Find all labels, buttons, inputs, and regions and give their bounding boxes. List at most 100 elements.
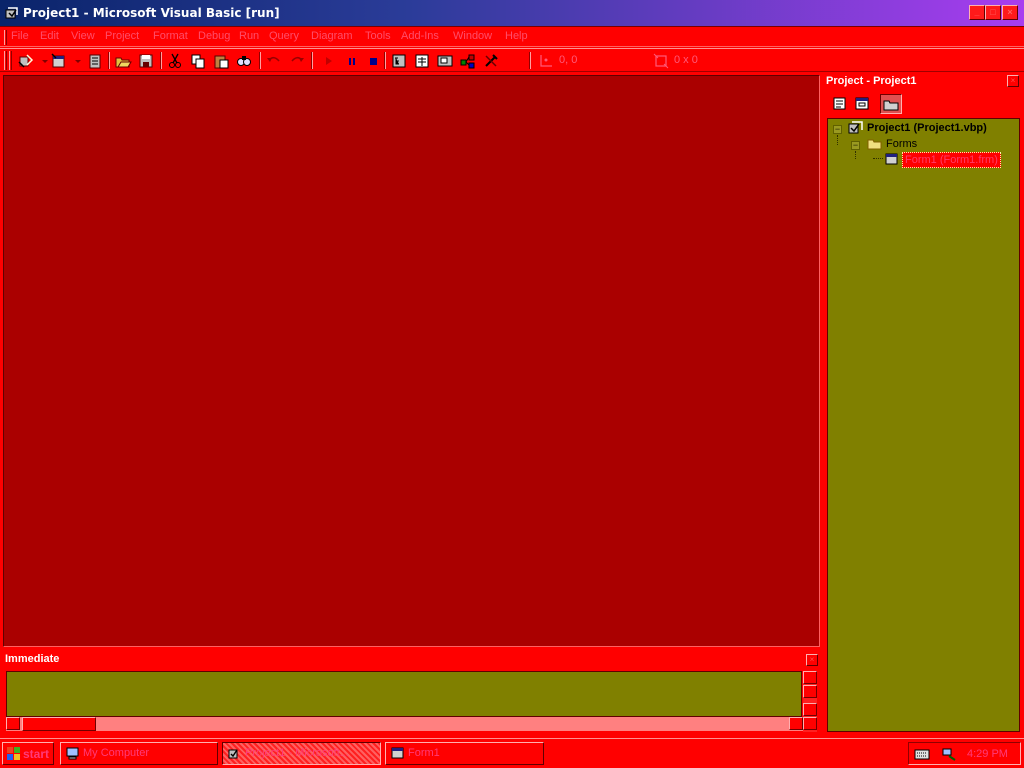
menu-query[interactable]: Query (269, 30, 299, 42)
toolbar-separator (311, 52, 313, 69)
toolbar-separator (108, 52, 110, 69)
menu-run[interactable]: Run (239, 30, 259, 42)
project-explorer-title: Project - Project1 (826, 75, 917, 87)
toolbar-separator (384, 52, 386, 69)
project-explorer-toolbar (826, 93, 1019, 115)
tree-project-node[interactable]: Project1 (Project1.vbp) (867, 122, 987, 134)
add-form-icon[interactable] (50, 52, 68, 70)
form-file-icon (885, 153, 898, 165)
start-button[interactable]: start (2, 742, 54, 765)
redo-icon[interactable] (288, 52, 306, 70)
project-explorer-icon[interactable] (390, 52, 408, 70)
open-project-icon[interactable] (114, 52, 132, 70)
menu-bar: File Edit View Project Format Debug Run … (0, 27, 1024, 47)
toggle-folders-icon[interactable] (880, 94, 902, 114)
computer-icon (66, 747, 79, 760)
position-readout: 0, 0 (559, 54, 578, 66)
window-title: Project1 - Microsoft Visual Basic [run] (23, 6, 280, 20)
tree-line (873, 158, 883, 159)
project-explorer-close-button[interactable]: × (1007, 75, 1019, 87)
minimize-button[interactable]: _ (969, 5, 985, 20)
immediate-horizontal-scrollbar[interactable] (6, 717, 803, 731)
standard-toolbar: 0, 0 0 x 0 (0, 48, 1024, 72)
toolbox-icon[interactable] (482, 52, 500, 70)
taskbar-item-label: My Computer (83, 747, 150, 759)
scroll-down-button[interactable] (803, 703, 817, 716)
menu-diagram[interactable]: Diagram (311, 30, 353, 42)
save-project-icon[interactable] (137, 52, 155, 70)
cut-icon[interactable] (166, 52, 184, 70)
scroll-thumb[interactable] (803, 685, 817, 698)
menu-tools[interactable]: Tools (365, 30, 391, 42)
close-button[interactable]: × (1002, 5, 1018, 20)
clock[interactable]: 4:29 PM (967, 748, 1008, 760)
start-label: start (23, 747, 50, 761)
taskbar: start My Computer Project1 - Microsoft..… (0, 738, 1024, 768)
tree-form1-node[interactable]: Form1 (Form1.frm) (902, 152, 1001, 168)
toolbar-separator (529, 52, 531, 69)
folder-icon (867, 139, 882, 150)
scroll-up-button[interactable] (803, 671, 817, 684)
break-icon[interactable] (343, 52, 361, 70)
system-tray: 4:29 PM (908, 742, 1021, 765)
close-icon: × (809, 655, 815, 664)
taskbar-item-label: Project1 - Microsoft... (245, 747, 349, 759)
collapse-icon[interactable]: − (851, 141, 860, 150)
immediate-title: Immediate (5, 653, 60, 665)
network-icon[interactable] (941, 746, 957, 762)
paste-icon[interactable] (212, 52, 230, 70)
form-layout-icon[interactable] (436, 52, 454, 70)
menu-edit[interactable]: Edit (40, 30, 59, 42)
immediate-close-button[interactable]: × (806, 654, 818, 666)
taskbar-item-my-computer[interactable]: My Computer (60, 742, 218, 765)
scroll-right-button[interactable] (789, 717, 803, 730)
properties-window-icon[interactable] (413, 52, 431, 70)
scroll-corner (803, 717, 817, 730)
copy-icon[interactable] (189, 52, 207, 70)
immediate-text-area[interactable] (6, 671, 802, 717)
view-code-icon[interactable] (830, 94, 850, 114)
end-icon[interactable] (365, 52, 383, 70)
menu-add-ins[interactable]: Add-Ins (401, 30, 439, 42)
immediate-vertical-scrollbar[interactable] (803, 671, 817, 732)
toolbar-grip[interactable] (4, 51, 7, 70)
view-object-icon[interactable] (852, 94, 872, 114)
scroll-left-button[interactable] (6, 717, 20, 730)
undo-icon[interactable] (265, 52, 283, 70)
menu-window[interactable]: Window (453, 30, 492, 42)
start-icon[interactable] (320, 52, 338, 70)
project-tree[interactable]: − Project1 (Project1.vbp) − Forms Form1 … (827, 118, 1020, 732)
menu-help[interactable]: Help (505, 30, 528, 42)
menu-editor-icon[interactable] (86, 52, 104, 70)
menu-file[interactable]: File (11, 30, 29, 42)
menu-view[interactable]: View (71, 30, 95, 42)
toolbar-grip[interactable] (9, 51, 12, 70)
vb-app-icon[interactable] (5, 7, 19, 20)
horizontal-scroll-thumb[interactable] (22, 717, 96, 731)
chevron-down-icon[interactable] (69, 52, 81, 70)
add-project-icon[interactable] (17, 52, 35, 70)
menu-format[interactable]: Format (153, 30, 188, 42)
menubar-grip[interactable] (4, 30, 7, 45)
taskbar-item-label: Form1 (408, 747, 440, 759)
title-bar[interactable]: Project1 - Microsoft Visual Basic [run] … (0, 0, 1024, 27)
taskbar-item-form1[interactable]: Form1 (385, 742, 544, 765)
mdi-workspace[interactable] (3, 75, 820, 647)
menu-debug[interactable]: Debug (198, 30, 230, 42)
close-icon: × (1010, 76, 1016, 85)
keyboard-icon[interactable] (914, 749, 930, 760)
tree-line (837, 135, 838, 145)
chevron-down-icon[interactable] (36, 52, 48, 70)
menu-project[interactable]: Project (105, 30, 139, 42)
taskbar-item-vb-project[interactable]: Project1 - Microsoft... (222, 742, 381, 765)
immediate-window: Immediate × (3, 651, 820, 733)
collapse-icon[interactable]: − (833, 125, 842, 134)
tree-forms-folder[interactable]: Forms (886, 138, 917, 150)
minimize-icon: _ (974, 7, 980, 17)
object-browser-icon[interactable] (459, 52, 477, 70)
maximize-button[interactable]: □ (985, 5, 1001, 20)
find-icon[interactable] (235, 52, 253, 70)
project-explorer: Project - Project1 × − Project1 (Project… (823, 72, 1022, 734)
toolbar-separator (160, 52, 162, 69)
tree-line (855, 151, 856, 159)
